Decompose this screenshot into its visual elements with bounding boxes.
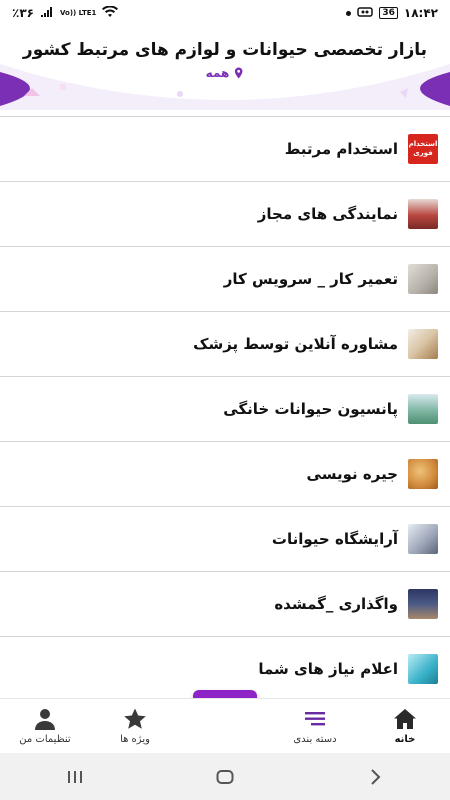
system-navigation — [0, 753, 450, 800]
star-icon — [124, 708, 146, 729]
nav-categories[interactable]: دسته بندی — [270, 699, 360, 753]
list-item-vet-consult[interactable]: مشاوره آنلاین توسط پزشک — [0, 311, 450, 376]
nav-settings-label: تنظیمات من — [19, 734, 71, 745]
diet-thumbnail — [408, 459, 438, 489]
list-item-pet-boarding[interactable]: پانسیون حیوانات خانگی — [0, 376, 450, 441]
recent-apps-icon — [68, 770, 82, 783]
list-item-label: مشاوره آنلاین توسط پزشک — [193, 335, 398, 353]
status-right: 36 ۱۸:۴۲ — [346, 6, 438, 21]
page-title: بازار تخصصی حیوانات و لوازم های مرتبط کش… — [22, 40, 428, 60]
location-label: همه — [205, 66, 230, 80]
home-system-button[interactable] — [205, 762, 245, 792]
bottom-navigation: تنظیمات من ویژه ها دسته بندی خانه — [0, 698, 450, 753]
list-item-label: پانسیون حیوانات خانگی — [223, 400, 398, 418]
nav-settings[interactable]: تنظیمات من — [0, 699, 90, 753]
nav-featured[interactable]: ویژه ها — [90, 699, 180, 753]
list-item-label: اعلام نیاز های شما — [258, 659, 398, 678]
status-bar: ٪۳۶ Vo)) LTE1 36 ۱۸:۴۲ — [0, 0, 450, 26]
list-item-hiring[interactable]: استخدام مرتبط استخدام فوری — [0, 116, 450, 181]
list-item-dealers[interactable]: نمایندگی های مجاز — [0, 181, 450, 246]
list-item-label: استخدام مرتبط — [284, 140, 398, 158]
recent-apps-button[interactable] — [55, 762, 95, 792]
vet-consult-thumbnail — [408, 329, 438, 359]
chevron-right-icon — [371, 768, 381, 785]
user-icon — [35, 709, 55, 730]
back-button[interactable] — [355, 762, 395, 792]
hiring-thumbnail: استخدام فوری — [408, 134, 438, 164]
list-item-adoption-lost[interactable]: واگذاری _گمشده — [0, 571, 450, 636]
home-icon — [394, 709, 416, 729]
media-icon — [357, 6, 374, 21]
list-item-label: واگذاری _گمشده — [274, 595, 398, 613]
category-list: استخدام مرتبط استخدام فوری نمایندگی های … — [0, 116, 450, 701]
list-item-label: تعمیر کار _ سرویس کار — [223, 270, 398, 288]
location-filter[interactable]: همه — [206, 66, 245, 80]
app-header: بازار تخصصی حیوانات و لوازم های مرتبط کش… — [0, 26, 450, 110]
clock: ۱۸:۴۲ — [403, 6, 438, 20]
location-pin-icon — [234, 67, 243, 79]
requests-thumbnail — [408, 653, 438, 684]
thumbnail-text: استخدام فوری — [408, 140, 438, 157]
notification-dot-icon — [346, 10, 352, 16]
signal-icon — [40, 6, 54, 21]
nav-categories-label: دسته بندی — [293, 734, 337, 745]
nav-home-label: خانه — [394, 734, 416, 745]
wifi-icon — [102, 5, 119, 21]
repair-thumbnail — [408, 264, 438, 294]
list-item-grooming[interactable]: آرایشگاه حیوانات — [0, 506, 450, 571]
adoption-thumbnail — [408, 589, 438, 619]
list-item-label: جیره نویسی — [306, 465, 398, 483]
menu-lines-icon — [305, 712, 325, 726]
dealers-thumbnail — [408, 199, 438, 229]
battery-icon: 36 — [379, 7, 398, 19]
list-item-repair[interactable]: تعمیر کار _ سرویس کار — [0, 246, 450, 311]
list-item-label: آرایشگاه حیوانات — [271, 530, 398, 548]
status-left: ٪۳۶ Vo)) LTE1 — [12, 5, 119, 21]
home-square-icon — [216, 769, 234, 784]
nav-home[interactable]: خانه — [360, 699, 450, 753]
list-item-label: نمایندگی های مجاز — [257, 205, 398, 223]
pet-boarding-thumbnail — [408, 394, 438, 424]
nav-featured-label: ویژه ها — [120, 734, 150, 745]
battery-percent: ٪۳۶ — [12, 6, 34, 20]
network-type: Vo)) LTE1 — [59, 8, 97, 17]
list-item-diet[interactable]: جیره نویسی — [0, 441, 450, 506]
grooming-thumbnail — [408, 524, 438, 554]
